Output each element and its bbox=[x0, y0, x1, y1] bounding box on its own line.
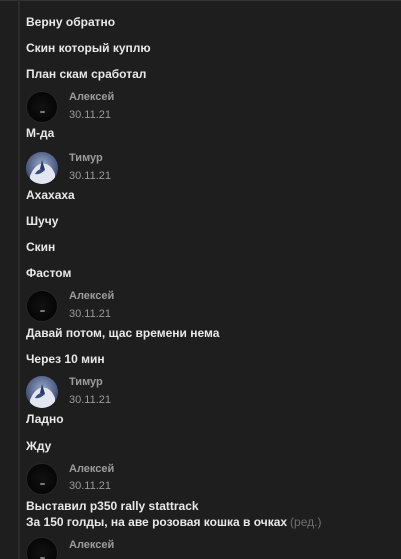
message-date: 30.11.21 bbox=[69, 170, 112, 182]
message-text: Ладно bbox=[26, 412, 64, 426]
message-list[interactable]: Верну обратно Скин который куплю План ск… bbox=[26, 0, 401, 559]
avatar-aleksey[interactable] bbox=[26, 290, 58, 322]
message-text: Шучу bbox=[26, 214, 59, 228]
message-text: За 150 голды, на аве розовая кошка в очк… bbox=[26, 515, 288, 529]
avatar-logo-mark bbox=[40, 483, 45, 485]
message-date: 30.11.21 bbox=[69, 308, 112, 320]
avatar-image bbox=[26, 376, 58, 408]
message-text: М-да bbox=[26, 126, 55, 140]
thread-line bbox=[18, 0, 20, 559]
avatar-aleksey[interactable] bbox=[26, 463, 58, 495]
edited-label: (ред.) bbox=[290, 515, 322, 529]
message-text: Через 10 мин bbox=[26, 352, 105, 366]
message-text: Верну обратно bbox=[26, 15, 116, 29]
author-name[interactable]: Алексей bbox=[69, 91, 114, 104]
message-text: Давай потом, щас времени нема bbox=[26, 326, 220, 340]
avatar-logo-mark bbox=[40, 111, 45, 113]
message-date: 30.11.21 bbox=[69, 394, 112, 406]
author-name[interactable]: Алексей bbox=[69, 463, 114, 476]
avatar-timur[interactable] bbox=[26, 152, 58, 184]
message-text: Ахахаха bbox=[26, 188, 75, 202]
chat-window: Верну обратно Скин который куплю План ск… bbox=[0, 0, 401, 559]
message-text: Скин который куплю bbox=[26, 41, 151, 55]
avatar-image bbox=[26, 152, 58, 184]
message-text: Жду bbox=[26, 439, 52, 453]
message-text: План скам сработал bbox=[26, 67, 147, 81]
message-text: Выставил p350 rally stattrack bbox=[26, 499, 199, 513]
avatar-logo-mark bbox=[40, 310, 45, 312]
avatar-aleksey[interactable] bbox=[26, 91, 58, 123]
author-name[interactable]: Тимур bbox=[69, 152, 103, 165]
avatar-aleksey[interactable] bbox=[26, 537, 58, 559]
avatar-timur[interactable] bbox=[26, 376, 58, 408]
author-name[interactable]: Алексей bbox=[69, 539, 114, 552]
author-name[interactable]: Тимур bbox=[69, 376, 103, 389]
message-date: 30.11.21 bbox=[69, 480, 112, 492]
message-text-edited: За 150 голды, на аве розовая кошка в очк… bbox=[26, 515, 321, 529]
message-text: Скин bbox=[26, 240, 56, 254]
message-date: 30.11.21 bbox=[69, 109, 112, 121]
message-text: Фастом bbox=[26, 266, 72, 280]
author-name[interactable]: Алексей bbox=[69, 290, 114, 303]
